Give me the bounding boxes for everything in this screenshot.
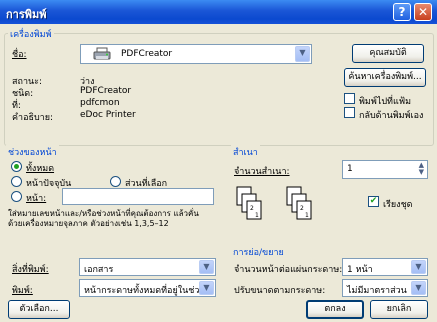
printer-name-value: PDFCreator	[121, 49, 173, 59]
printer-name-label: ชื่อ:	[12, 50, 27, 60]
print-what-select[interactable]: เอกสาร ▼	[79, 258, 216, 276]
page-range-hint: ใส่หมายเลขหน้าและ/หรือช่วงหน้าที่คุณต้อง…	[8, 209, 199, 228]
spinner-arrows-icon[interactable]: ▲ ▼	[419, 162, 424, 176]
manual-duplex-label: กลับด้านพิมพ์เอง	[359, 111, 424, 121]
options-button[interactable]: ตัวเลือก...	[8, 300, 70, 319]
close-button[interactable]: ✕	[414, 3, 432, 21]
print-to-file-label: พิมพ์ไปที่แฟ้ม	[359, 97, 412, 107]
pages-input[interactable]	[62, 188, 214, 205]
copies-count-value: 1	[347, 164, 353, 174]
window-title: การพิมพ์	[6, 8, 47, 21]
print-label: พิมพ์:	[12, 286, 33, 296]
printer-group-label: เครื่องพิมพ์	[8, 27, 54, 41]
svg-text:2: 2	[300, 205, 304, 212]
chevron-down-icon[interactable]: ▼	[411, 281, 426, 295]
svg-text:1: 1	[305, 212, 309, 219]
zoom-group-label: การย่อ/ขยาย	[231, 245, 286, 259]
pages-per-sheet-value: 1 หน้า	[347, 265, 373, 275]
printer-icon	[93, 47, 111, 60]
manual-duplex-checkbox[interactable]	[344, 107, 355, 118]
copies-count-spinner[interactable]: 1 ▲ ▼	[342, 160, 428, 179]
all-pages-label: ทั้งหมด	[26, 164, 55, 174]
current-page-radio[interactable]	[11, 176, 22, 187]
collate-checkbox[interactable]: ✔	[368, 196, 379, 207]
svg-text:1: 1	[255, 212, 259, 219]
copies-count-label: จำนวนสำเนา:	[234, 167, 290, 177]
where-value: pdfcmon	[80, 98, 120, 108]
type-value: PDFCreator	[80, 86, 132, 96]
pages-per-sheet-label: จำนวนหน้าต่อแผ่นกระดาษ:	[234, 265, 343, 275]
help-button[interactable]: ?	[393, 3, 411, 21]
print-what-value: เอกสาร	[84, 265, 114, 275]
cancel-button[interactable]: ยกเลิก	[370, 300, 428, 319]
scale-select[interactable]: ไม่มีมาตราส่วน ▼	[342, 279, 428, 297]
collate-pages-icon: 12 12	[236, 186, 312, 220]
print-select[interactable]: หน้ากระดาษทั้งหมดที่อยู่ในช่วง ▼	[79, 279, 216, 297]
chevron-down-icon[interactable]: ▼	[295, 46, 310, 62]
scale-label: ปรับขนาดตามกระดาษ:	[234, 286, 326, 296]
chevron-down-icon[interactable]: ▼	[411, 260, 426, 274]
collate-label: เรียงชุด	[383, 200, 413, 210]
comment-value: eDoc Printer	[80, 110, 136, 120]
print-value: หน้ากระดาษทั้งหมดที่อยู่ในช่วง	[84, 286, 204, 296]
pages-label: หน้า:	[26, 194, 47, 204]
pages-radio[interactable]	[11, 191, 22, 202]
print-to-file-checkbox[interactable]	[344, 93, 355, 104]
find-printer-button[interactable]: ค้นหาเครื่องพิมพ์...	[344, 68, 426, 87]
all-pages-radio[interactable]	[11, 161, 22, 172]
copies-group-label: สำเนา	[231, 145, 260, 159]
title-bar: การพิมพ์ ? ✕	[0, 0, 437, 24]
printer-name-select[interactable]: PDFCreator ▼	[80, 44, 312, 64]
page-range-group-label: ช่วงของหน้า	[6, 145, 59, 159]
svg-text:2: 2	[250, 205, 254, 212]
ok-button[interactable]: ตกลง	[306, 300, 364, 319]
comment-label: คำอธิบาย:	[12, 113, 54, 123]
selection-radio[interactable]	[110, 176, 121, 187]
chevron-down-icon[interactable]: ▼	[199, 281, 214, 295]
properties-button[interactable]: คุณสมบัติ	[352, 44, 424, 63]
chevron-down-icon[interactable]: ▼	[199, 260, 214, 274]
print-what-label: สิ่งที่พิมพ์:	[12, 265, 49, 275]
pages-per-sheet-select[interactable]: 1 หน้า ▼	[342, 258, 428, 276]
scale-value: ไม่มีมาตราส่วน	[347, 286, 407, 296]
